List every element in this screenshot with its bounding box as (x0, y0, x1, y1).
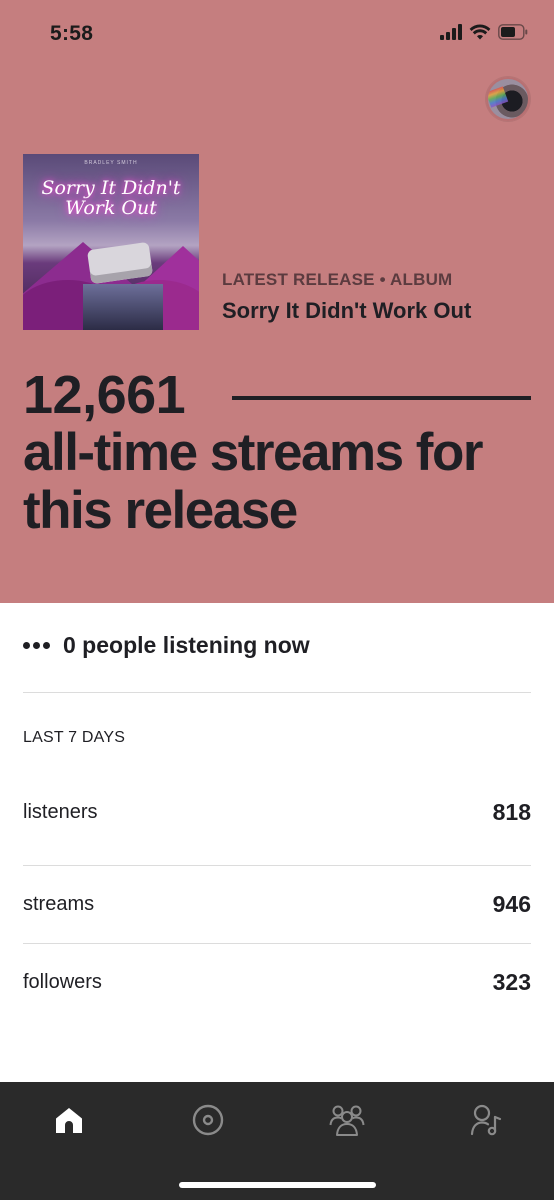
stream-caption: all-time streams for this release (23, 423, 483, 540)
listening-now-text: 0 people listening now (63, 632, 310, 658)
album-art-artist-text: BRADLEY SMITH (84, 160, 138, 166)
home-indicator[interactable] (179, 1182, 376, 1188)
stream-count-divider (232, 396, 531, 400)
period-label: LAST 7 DAYS (23, 729, 126, 746)
hero-section: 5:58 BRADLEY SMITH Sorry It Didn't Work … (0, 0, 554, 603)
music-disc-icon (192, 1104, 224, 1136)
status-icons (440, 24, 528, 40)
battery-icon (498, 24, 528, 40)
divider (23, 943, 531, 944)
stat-row-listeners: listeners 818 (23, 799, 531, 831)
divider (23, 865, 531, 866)
wifi-icon (469, 24, 491, 40)
profile-icon (470, 1104, 502, 1136)
status-time: 5:58 (50, 22, 94, 45)
listening-now-row: 0 people listening now (23, 632, 310, 659)
tab-music[interactable] (186, 1098, 230, 1142)
more-dots-icon (23, 642, 50, 649)
status-bar: 5:58 (0, 0, 554, 70)
album-art-title-text: Sorry It Didn't Work Out (41, 177, 181, 219)
stat-label: listeners (23, 801, 98, 823)
tab-home[interactable] (47, 1098, 91, 1142)
stat-label: followers (23, 971, 102, 993)
release-title[interactable]: Sorry It Didn't Work Out (222, 298, 471, 324)
profile-avatar[interactable] (486, 77, 530, 121)
stat-value: 946 (492, 891, 531, 917)
stream-count: 12,661 (23, 365, 186, 425)
stat-value: 818 (492, 799, 531, 825)
stat-value: 323 (492, 969, 531, 995)
tab-profile[interactable] (464, 1098, 508, 1142)
divider (23, 692, 531, 693)
audience-icon (329, 1105, 365, 1136)
home-icon (56, 1108, 82, 1133)
stat-label: streams (23, 893, 95, 915)
release-kicker: LATEST RELEASE • ALBUM (222, 270, 453, 289)
album-cover-image[interactable]: BRADLEY SMITH Sorry It Didn't Work Out (23, 154, 199, 330)
stat-row-streams: streams 946 (23, 891, 531, 923)
stat-row-followers: followers 323 (23, 969, 531, 1001)
cellular-signal-icon (440, 24, 462, 40)
tab-audience[interactable] (325, 1098, 369, 1142)
